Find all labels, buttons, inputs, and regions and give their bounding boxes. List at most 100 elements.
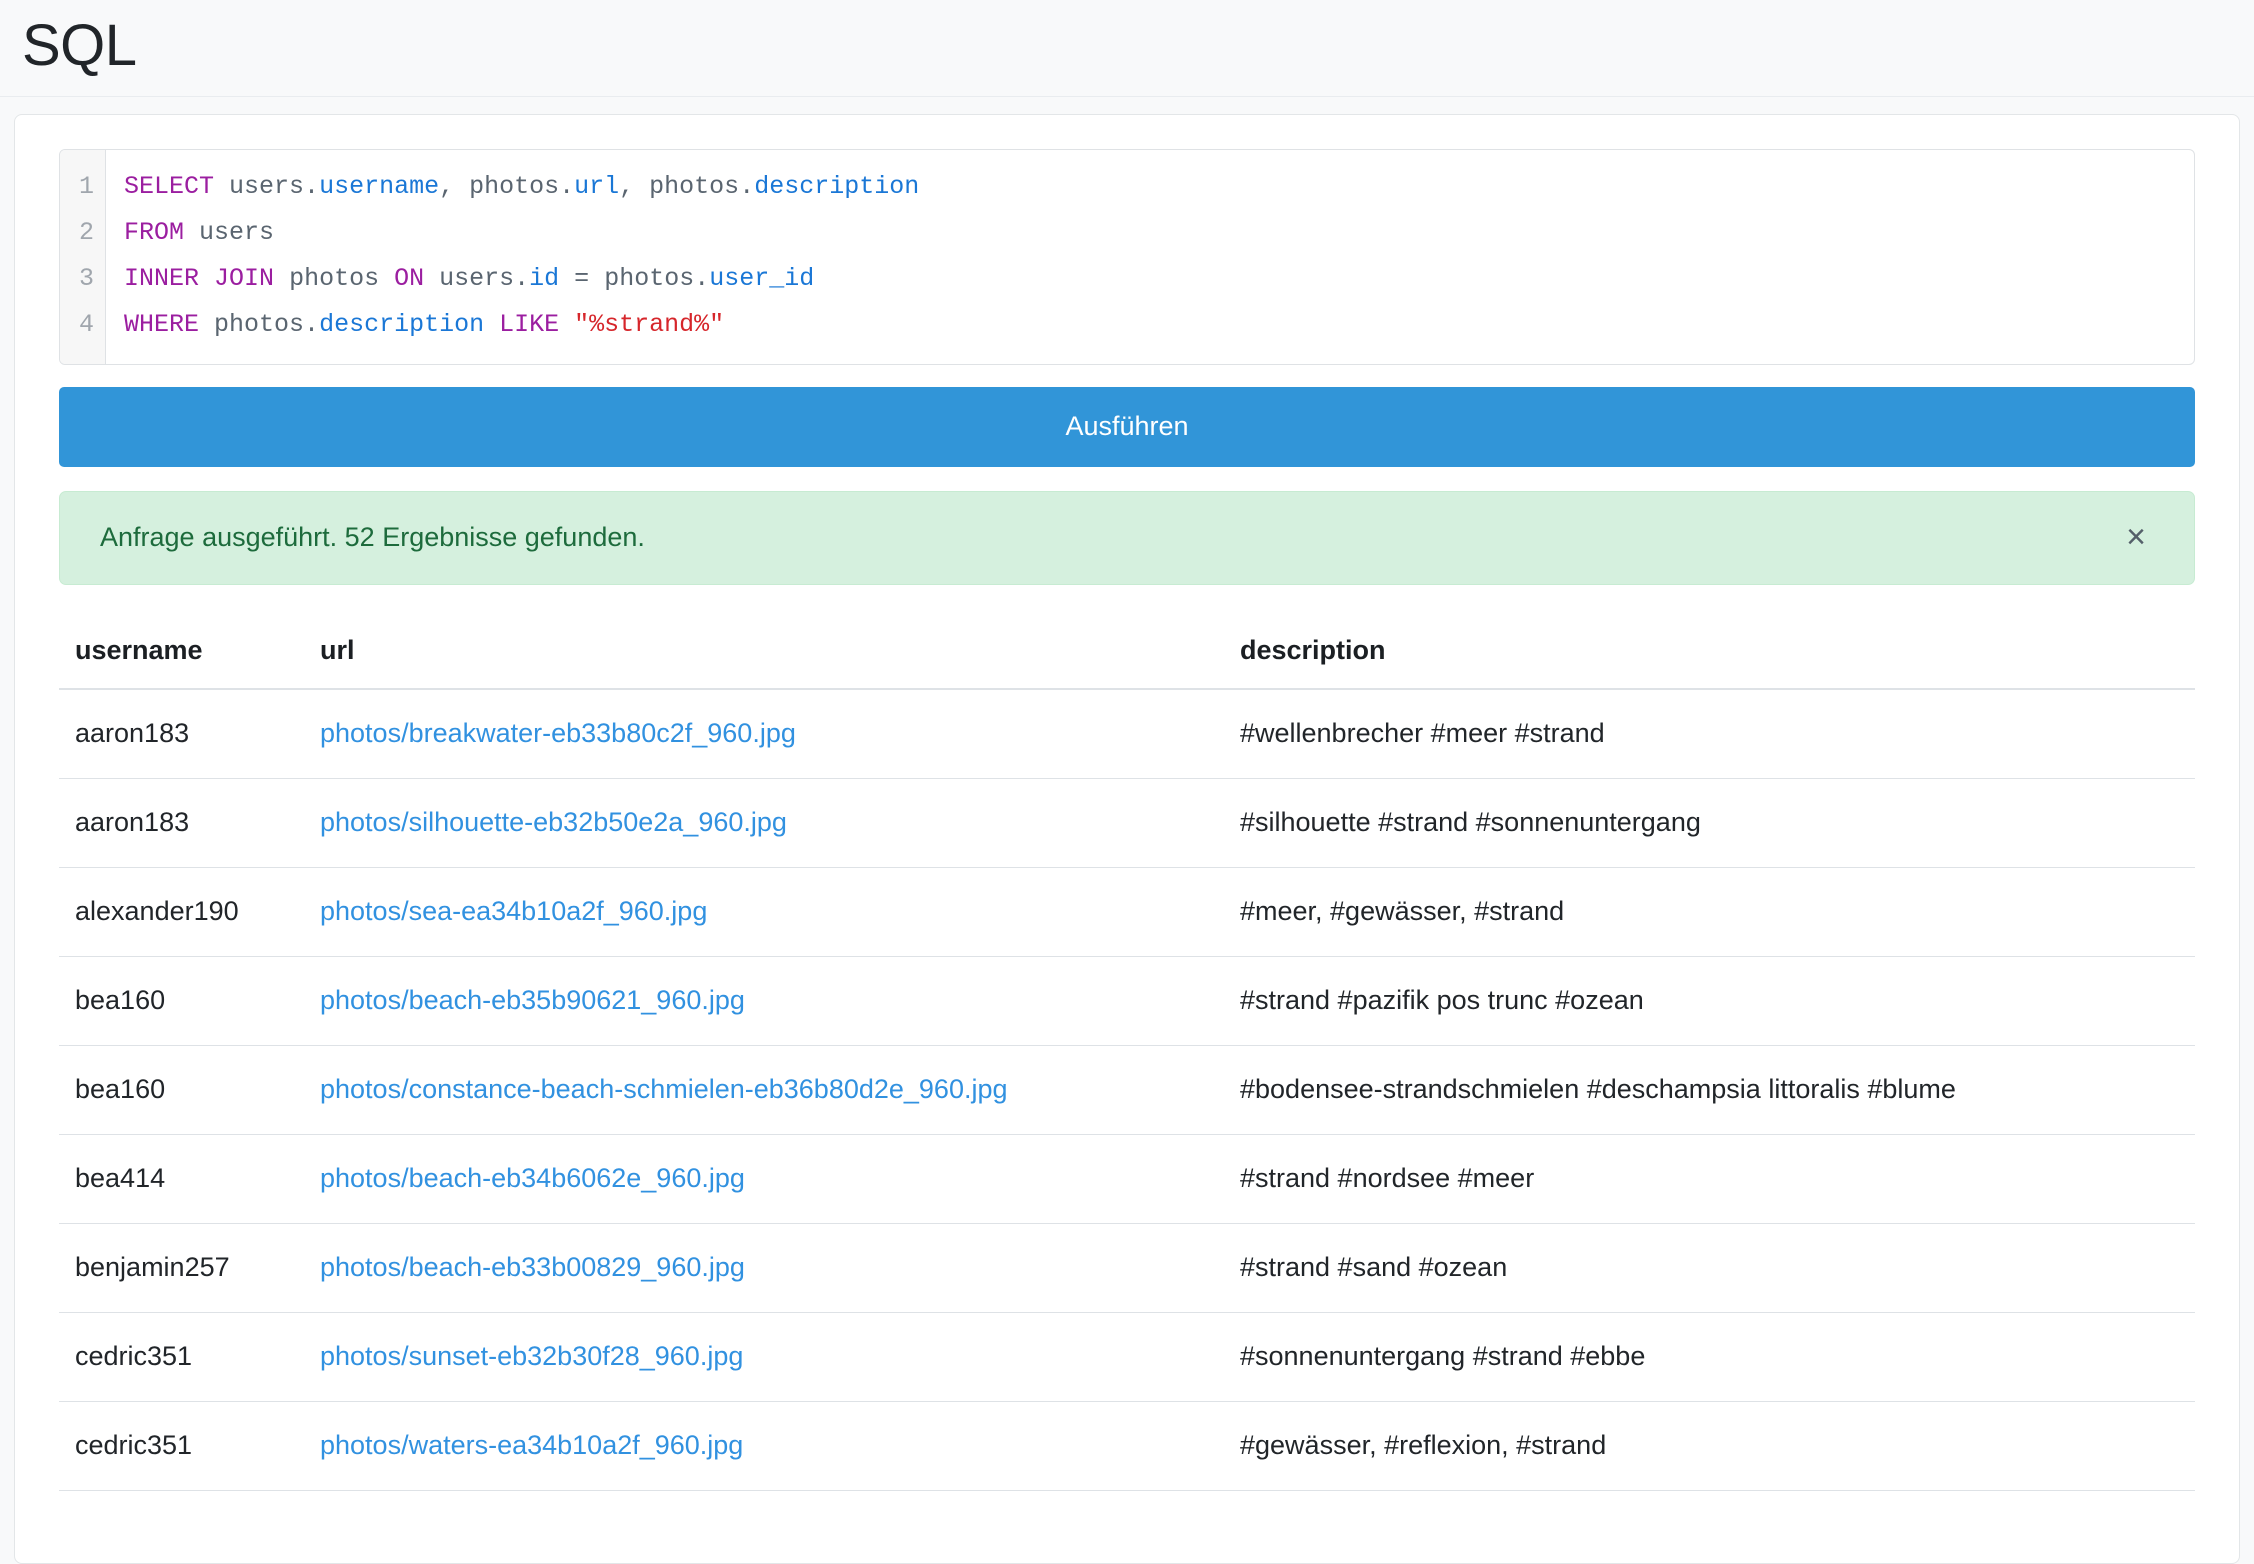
editor-code-line: WHERE photos.description LIKE "%strand%" (124, 302, 2194, 348)
photo-url-link[interactable]: photos/waters-ea34b10a2f_960.jpg (320, 1430, 743, 1460)
alert-message: Anfrage ausgeführt. 52 Ergebnisse gefund… (100, 521, 645, 552)
editor-line-number: 1 (78, 171, 94, 201)
code-token-attr: description (754, 171, 920, 201)
table-row: aaron183 photos/silhouette-eb32b50e2a_960… (59, 778, 2195, 868)
code-token-kw: JOIN (214, 263, 275, 293)
cell-description: #wellenbrecher #meer #strand (1224, 688, 2195, 779)
code-token-punct: . (304, 309, 320, 339)
editor-code-area[interactable]: SELECT users.username, photos.url, photo… (106, 150, 2194, 364)
code-token-attr: username (319, 171, 440, 201)
cell-url: photos/breakwater-eb33b80c2f_960.jpg (304, 688, 1224, 779)
code-token-kw: ON (394, 263, 425, 293)
page-header: SQL (0, 0, 2254, 97)
code-token-plain: users (229, 171, 305, 201)
code-token-kw: SELECT (124, 171, 215, 201)
cell-description: #strand #nordsee #meer (1224, 1134, 2195, 1224)
code-token-plain: users (199, 217, 275, 247)
run-query-button[interactable]: Ausführen (59, 386, 2195, 467)
code-token-attr: id (529, 263, 560, 293)
photo-url-link[interactable]: photos/beach-eb35b90621_960.jpg (320, 985, 745, 1015)
sql-code-editor[interactable]: 1 2 3 4 SELECT users.username, photos.url, … (59, 148, 2195, 365)
table-row: bea414 photos/beach-eb34b6062e_960.jpg #st… (59, 1134, 2195, 1224)
cell-url: photos/constance-beach-schmielen-eb36b80… (304, 1045, 1224, 1135)
code-token-punct: . (304, 171, 320, 201)
editor-line-number: 3 (78, 263, 94, 293)
column-header-description: description (1224, 614, 2195, 690)
photo-url-link[interactable]: photos/silhouette-eb32b50e2a_960.jpg (320, 807, 787, 837)
code-token-attr: url (574, 171, 620, 201)
photo-url-link[interactable]: photos/constance-beach-schmielen-eb36b80… (320, 1074, 1008, 1104)
sql-card: 1 2 3 4 SELECT users.username, photos.url, … (14, 113, 2240, 1564)
cell-username: bea160 (59, 1045, 304, 1135)
cell-url: photos/beach-eb35b90621_960.jpg (304, 956, 1224, 1046)
table-row: bea160 photos/constance-beach-schmielen-e… (59, 1045, 2195, 1135)
code-token-kw: FROM (124, 217, 185, 247)
code-token-punct: . (694, 263, 710, 293)
code-token-plain: photos (289, 263, 380, 293)
code-token-kw: INNER (124, 263, 200, 293)
code-token-kw: LIKE (499, 309, 560, 339)
page-title: SQL (22, 13, 137, 78)
code-token-attr: user_id (709, 263, 815, 293)
cell-description: #silhouette #strand #sonnenuntergang (1224, 778, 2195, 868)
close-icon[interactable]: × (2112, 520, 2160, 554)
editor-line-number: 2 (78, 217, 94, 247)
code-token-plain: photos (469, 171, 560, 201)
results-table-head: username url description (59, 614, 2195, 690)
code-token-plain: photos (604, 263, 695, 293)
code-token-plain: photos (214, 309, 305, 339)
column-header-username: username (59, 614, 304, 690)
code-token-punct: . (739, 171, 755, 201)
cell-description: #strand #sand #ozean (1224, 1223, 2195, 1313)
cell-username: cedric351 (59, 1312, 304, 1402)
code-token-str: "%strand%" (574, 309, 725, 339)
code-token-punct: . (559, 171, 575, 201)
code-token-punct: . (514, 263, 530, 293)
code-token-plain: users (439, 263, 515, 293)
results-table-body: aaron183 photos/breakwater-eb33b80c2f_960… (59, 688, 2195, 1491)
photo-url-link[interactable]: photos/sunset-eb32b30f28_960.jpg (320, 1341, 743, 1371)
photo-url-link[interactable]: photos/beach-eb34b6062e_960.jpg (320, 1163, 745, 1193)
cell-username: alexander190 (59, 867, 304, 957)
table-header-row: username url description (59, 614, 2195, 690)
cell-description: #bodensee-strandschmielen #deschampsia l… (1224, 1045, 2195, 1135)
cell-description: #strand #pazifik pos trunc #ozean (1224, 956, 2195, 1046)
code-token-punct: , (439, 171, 470, 201)
editor-code-line: SELECT users.username, photos.url, photo… (124, 164, 2194, 210)
cell-url: photos/sea-ea34b10a2f_960.jpg (304, 867, 1224, 957)
cell-username: benjamin257 (59, 1223, 304, 1313)
query-success-alert: Anfrage ausgeführt. 52 Ergebnisse gefund… (59, 490, 2195, 585)
table-row: aaron183 photos/breakwater-eb33b80c2f_960… (59, 688, 2195, 779)
cell-description: #meer, #gewässer, #strand (1224, 867, 2195, 957)
editor-line-number-gutter: 1 2 3 4 (60, 149, 106, 364)
table-row: bea160 photos/beach-eb35b90621_960.jpg #st… (59, 956, 2195, 1046)
table-row: benjamin257 photos/beach-eb33b00829_960.j… (59, 1223, 2195, 1313)
photo-url-link[interactable]: photos/breakwater-eb33b80c2f_960.jpg (320, 718, 796, 748)
cell-username: bea160 (59, 956, 304, 1046)
cell-url: photos/sunset-eb32b30f28_960.jpg (304, 1312, 1224, 1402)
editor-code-line: INNER JOIN photos ON users.id = photos.u… (124, 256, 2194, 302)
table-row: cedric351 photos/waters-ea34b10a2f_960.jp… (59, 1401, 2195, 1491)
table-row: cedric351 photos/sunset-eb32b30f28_960.jp… (59, 1312, 2195, 1402)
cell-username: cedric351 (59, 1401, 304, 1491)
cell-url: photos/waters-ea34b10a2f_960.jpg (304, 1401, 1224, 1491)
code-token-op: = (559, 263, 605, 293)
cell-username: bea414 (59, 1134, 304, 1224)
photo-url-link[interactable]: photos/sea-ea34b10a2f_960.jpg (320, 896, 707, 926)
code-token-kw: WHERE (124, 309, 200, 339)
column-header-url: url (304, 614, 1224, 690)
cell-url: photos/beach-eb34b6062e_960.jpg (304, 1134, 1224, 1224)
code-token-punct: , (619, 171, 650, 201)
cell-description: #sonnenuntergang #strand #ebbe (1224, 1312, 2195, 1402)
photo-url-link[interactable]: photos/beach-eb33b00829_960.jpg (320, 1252, 745, 1282)
table-row: alexander190 photos/sea-ea34b10a2f_960.jp… (59, 867, 2195, 957)
